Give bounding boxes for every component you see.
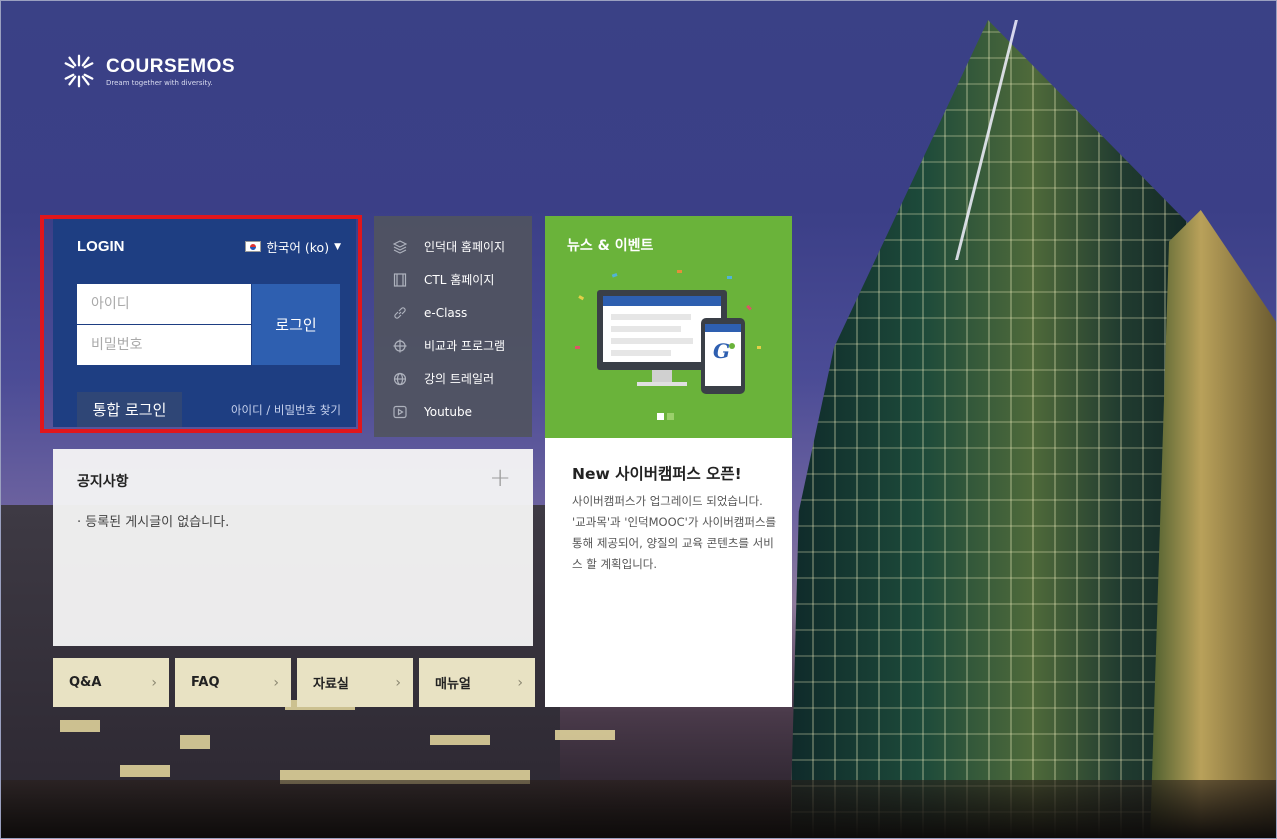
slide-indicators bbox=[657, 413, 674, 420]
quick-link-ctl-homepage[interactable]: CTL 홈페이지 bbox=[374, 263, 532, 296]
quick-link-label: 인덕대 홈페이지 bbox=[424, 240, 506, 254]
news-title[interactable]: New 사이버캠퍼스 오픈! bbox=[572, 462, 742, 484]
logo-tagline: Dream together with diversity. bbox=[106, 78, 213, 87]
tile-manual[interactable]: 매뉴얼 › bbox=[419, 658, 535, 707]
logo[interactable]: COURSEMOS Dream together with diversity. bbox=[60, 52, 235, 90]
chevron-right-icon: › bbox=[517, 674, 523, 691]
notice-title: 공지사항 bbox=[77, 474, 129, 490]
more-plus-icon[interactable]: + bbox=[489, 463, 511, 493]
quick-link-label: e-Class bbox=[424, 305, 468, 320]
logo-name: COURSEMOS bbox=[106, 55, 236, 77]
tile-label: 자료실 bbox=[313, 677, 349, 692]
quick-link-label: CTL 홈페이지 bbox=[424, 273, 495, 287]
chevron-right-icon: › bbox=[273, 674, 279, 691]
film-icon bbox=[392, 272, 408, 288]
quick-link-youtube[interactable]: Youtube bbox=[374, 395, 532, 428]
shortcut-tiles: Q&A › FAQ › 자료실 › 매뉴얼 › bbox=[53, 658, 535, 707]
chevron-right-icon: › bbox=[395, 674, 401, 691]
tile-faq[interactable]: FAQ › bbox=[175, 658, 291, 707]
svg-text:G: G bbox=[713, 339, 730, 363]
notice-panel: 공지사항 + · 등록된 게시글이 없습니다. bbox=[53, 449, 533, 646]
news-banner[interactable]: 뉴스 & 이벤트 G bbox=[545, 216, 792, 438]
slide-dot-2[interactable] bbox=[667, 413, 674, 420]
chevron-right-icon: › bbox=[151, 674, 157, 691]
globe-icon bbox=[392, 371, 408, 387]
news-header: 뉴스 & 이벤트 bbox=[567, 238, 654, 254]
quick-link-trailer[interactable]: 강의 트레일러 bbox=[374, 362, 532, 395]
link-icon bbox=[392, 305, 408, 321]
quick-link-label: 강의 트레일러 bbox=[424, 372, 495, 386]
glass-tower-right bbox=[1150, 210, 1277, 839]
tile-label: FAQ bbox=[191, 675, 220, 690]
ground bbox=[0, 780, 1277, 839]
cyber-campus-illustration: G bbox=[575, 270, 761, 394]
tile-label: 매뉴얼 bbox=[435, 677, 471, 692]
quick-link-eclass[interactable]: e-Class bbox=[374, 296, 532, 329]
quick-links-panel: 인덕대 홈페이지 CTL 홈페이지 e-Class 비교과 프로그램 강의 트레… bbox=[374, 216, 532, 437]
play-icon bbox=[392, 404, 408, 420]
tile-label: Q&A bbox=[69, 675, 102, 690]
highlight-outline bbox=[40, 215, 362, 433]
layers-icon bbox=[392, 239, 408, 255]
crosshair-icon bbox=[392, 338, 408, 354]
tile-qna[interactable]: Q&A › bbox=[53, 658, 169, 707]
tile-archive[interactable]: 자료실 › bbox=[297, 658, 413, 707]
quick-link-extracurricular[interactable]: 비교과 프로그램 bbox=[374, 329, 532, 362]
news-body: 사이버캠퍼스가 업그레이드 되었습니다. '교과목'과 '인덕MOOC'가 사이… bbox=[572, 494, 777, 571]
quick-link-induk-homepage[interactable]: 인덕대 홈페이지 bbox=[374, 230, 532, 263]
notice-empty-message: · 등록된 게시글이 없습니다. bbox=[77, 515, 230, 530]
slide-dot-1[interactable] bbox=[657, 413, 664, 420]
quick-link-label: Youtube bbox=[424, 404, 472, 419]
logo-mark-icon bbox=[64, 54, 94, 88]
quick-link-label: 비교과 프로그램 bbox=[424, 339, 506, 353]
news-panel: 뉴스 & 이벤트 G New 사이버캠퍼스 오픈! 사이버캠퍼스가 업그레이드 … bbox=[545, 216, 792, 707]
